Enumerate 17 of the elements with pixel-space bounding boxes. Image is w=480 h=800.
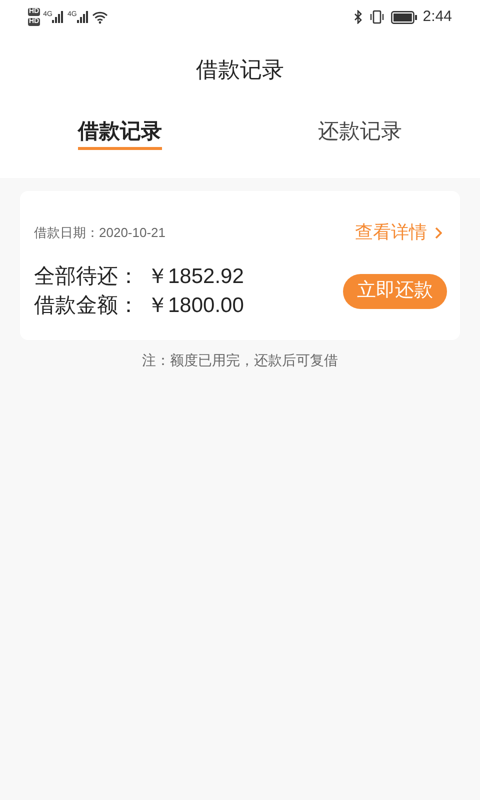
note-text: 注：额度已用完，还款后可复借: [141, 351, 339, 370]
signal-icon: [52, 11, 64, 23]
amount-label: 全部待还：: [34, 264, 139, 290]
bluetooth-icon: [354, 10, 363, 24]
loan-date: 借款日期：2020-10-21: [34, 224, 166, 242]
battery-icon: [390, 10, 417, 24]
vibrate-icon: [368, 10, 385, 24]
amount-value: ￥1852.92: [147, 264, 244, 290]
amount-label: 借款金额：: [34, 293, 139, 319]
page-title: 借款记录: [195, 56, 285, 84]
wifi-icon: [92, 10, 108, 24]
chevron-right-icon: [435, 226, 442, 238]
tab[interactable]: 还款记录: [318, 118, 402, 150]
status-time: 2:44: [422, 6, 452, 27]
amount-value: ￥1800.00: [147, 293, 244, 319]
tab[interactable]: 借款记录: [78, 118, 162, 150]
signal-icon: [76, 11, 89, 23]
